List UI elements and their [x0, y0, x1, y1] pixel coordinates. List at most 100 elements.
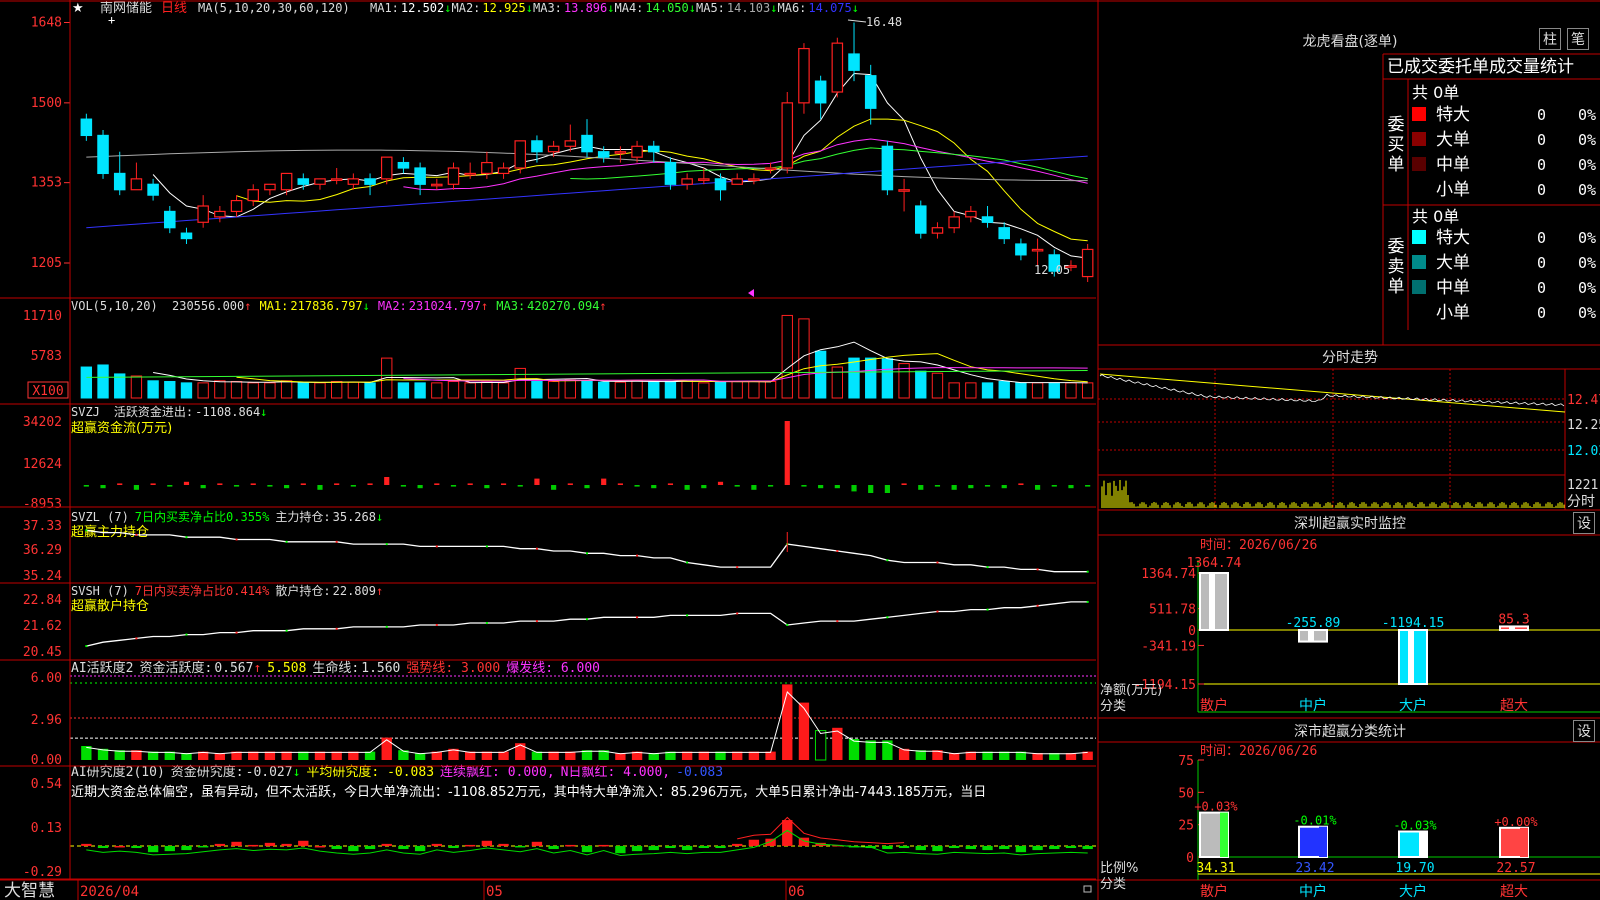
- candle: [1015, 243, 1027, 256]
- fenshi-vol-label: 1221: [1567, 478, 1598, 493]
- classify-value-label: 22.57: [1496, 861, 1535, 876]
- ai2-bar: [615, 845, 626, 854]
- ai2-bar: [465, 844, 476, 847]
- svsh-axis-label: 21.62: [23, 619, 62, 634]
- buy_rows-swatch: [1412, 157, 1426, 171]
- ai1-axis-label: 6.00: [31, 671, 62, 686]
- svzj-bar: [400, 485, 407, 487]
- ai2-bar: [481, 840, 493, 846]
- svsh-dot: [335, 627, 338, 630]
- brand-label: 大智慧: [4, 881, 55, 900]
- svzl-dot: [335, 540, 338, 543]
- candle: [698, 178, 710, 181]
- candle: [130, 178, 143, 191]
- svzj-bar: [918, 485, 924, 490]
- svzj-header: SVZJ 活跃资金进出: -1108.864↓: [71, 404, 267, 419]
- ai2-bar: [748, 839, 760, 846]
- buy-side-label: 委: [1388, 115, 1405, 135]
- candle: [581, 134, 593, 153]
- sell_rows-pct: 0%: [1578, 254, 1596, 272]
- svsh-ratio-label: 7日内买卖净占比: [135, 583, 226, 598]
- vol-values: 230556.000↑ MA1: 217836.797↓ MA2: 231024.797…: [172, 299, 607, 313]
- price-axis-label: 1205: [31, 256, 62, 271]
- ai2-bar: [648, 845, 659, 851]
- svzj-bar: [701, 485, 707, 489]
- fenshi-label: 分时: [1567, 494, 1595, 510]
- ma1-value: 12.502: [401, 1, 444, 15]
- volume-bar: [731, 380, 743, 399]
- svzj-bar: [801, 485, 807, 487]
- ai1-bar: [814, 730, 827, 761]
- vol-ma-line: [153, 341, 1088, 384]
- ai2-bar: [1032, 845, 1043, 851]
- svzl-ratio-label: 7日内买卖净占比: [135, 509, 226, 524]
- ma1-label: MA1:: [370, 1, 399, 15]
- svzj-title: SVZJ: [71, 405, 100, 419]
- classify-value-label: 23.42: [1295, 861, 1334, 876]
- svsh-dot: [185, 633, 188, 636]
- svzj-bar: [934, 485, 941, 487]
- monitor-axis-label: 511.78: [1149, 603, 1196, 618]
- candle: [230, 199, 243, 213]
- sell_rows-value: 0: [1537, 229, 1546, 247]
- monitor-settings-button[interactable]: 设: [1573, 512, 1595, 534]
- period-label[interactable]: 日线: [161, 1, 187, 16]
- svsh-dot: [636, 616, 639, 619]
- star-icon[interactable]: ★: [72, 1, 84, 16]
- candle: [397, 161, 410, 169]
- vol-ma-label: MA1:: [259, 299, 288, 313]
- candle: [948, 216, 960, 229]
- sell-side-label: 单: [1388, 277, 1405, 297]
- ai2-bar: [515, 845, 526, 848]
- ai2-bar: [715, 845, 726, 849]
- monitor-ylabel: 净额(万元): [1100, 683, 1162, 698]
- svzl-arrow: ↓: [376, 510, 383, 524]
- candle: [631, 145, 643, 158]
- candle: [197, 205, 209, 223]
- svzl-dot: [485, 545, 488, 548]
- vol-title: VOL(5,10,20): [71, 299, 158, 313]
- classify-axis-label: 50: [1178, 786, 1194, 801]
- svsh-dot: [85, 645, 88, 648]
- ai2-value: -0.027: [246, 765, 293, 780]
- ai2-bar: [264, 842, 276, 846]
- ai2-bar: [381, 843, 392, 846]
- classify-category: 超大: [1500, 884, 1528, 900]
- bar-mode-button[interactable]: 柱: [1539, 28, 1561, 50]
- ai1-bar: [882, 740, 893, 760]
- high-price-mark: 16.48: [866, 15, 902, 29]
- svsh-dot: [686, 614, 689, 617]
- candle: [164, 210, 176, 229]
- ai2-bar: [214, 843, 226, 846]
- classify-change-label: +0.03%: [1194, 800, 1238, 814]
- ai2-bar: [398, 845, 409, 850]
- classify-settings-button[interactable]: 设: [1573, 720, 1595, 742]
- svzj-bar: [1068, 485, 1074, 489]
- svsh-value: 22.809: [333, 584, 376, 598]
- chart-canvas[interactable]: ★ 南网储能 日线 MA(5,10,20,30,60,120) MA1: 12.5…: [0, 0, 1600, 900]
- sell_rows-label: 大单: [1436, 253, 1470, 273]
- volume-bar: [648, 380, 660, 399]
- vol-ma-value: 231024.797: [409, 299, 481, 313]
- crosshair-icon: +: [108, 13, 115, 27]
- svzj-bar: [350, 485, 356, 487]
- svzj-bar: [267, 485, 273, 487]
- classify-bar-edge: [1520, 827, 1528, 857]
- ai2-bar: [114, 845, 125, 848]
- svsh-dot: [936, 610, 939, 613]
- buy-side-label: 单: [1388, 155, 1405, 175]
- fenshi-axis-label: 12.03: [1567, 444, 1600, 459]
- ai2-bar: [932, 845, 943, 852]
- candle: [864, 75, 877, 109]
- candle: [347, 178, 360, 185]
- svzj-bar: [534, 478, 540, 485]
- buy_rows-swatch: [1412, 132, 1426, 146]
- ma6-value: 14.075: [808, 1, 851, 15]
- sell-side-label: 委: [1388, 237, 1405, 257]
- tick-mode-button[interactable]: 笔: [1567, 28, 1589, 50]
- svzj-bar: [284, 485, 290, 489]
- svzj-bar: [100, 485, 106, 489]
- volume-bar: [965, 382, 977, 399]
- volume-bar: [297, 382, 309, 399]
- ai1-header: AI活跃度2 资金活跃度: 0.567↑ 5.508 生命线: 1.560 强势线: 3.0…: [71, 660, 600, 676]
